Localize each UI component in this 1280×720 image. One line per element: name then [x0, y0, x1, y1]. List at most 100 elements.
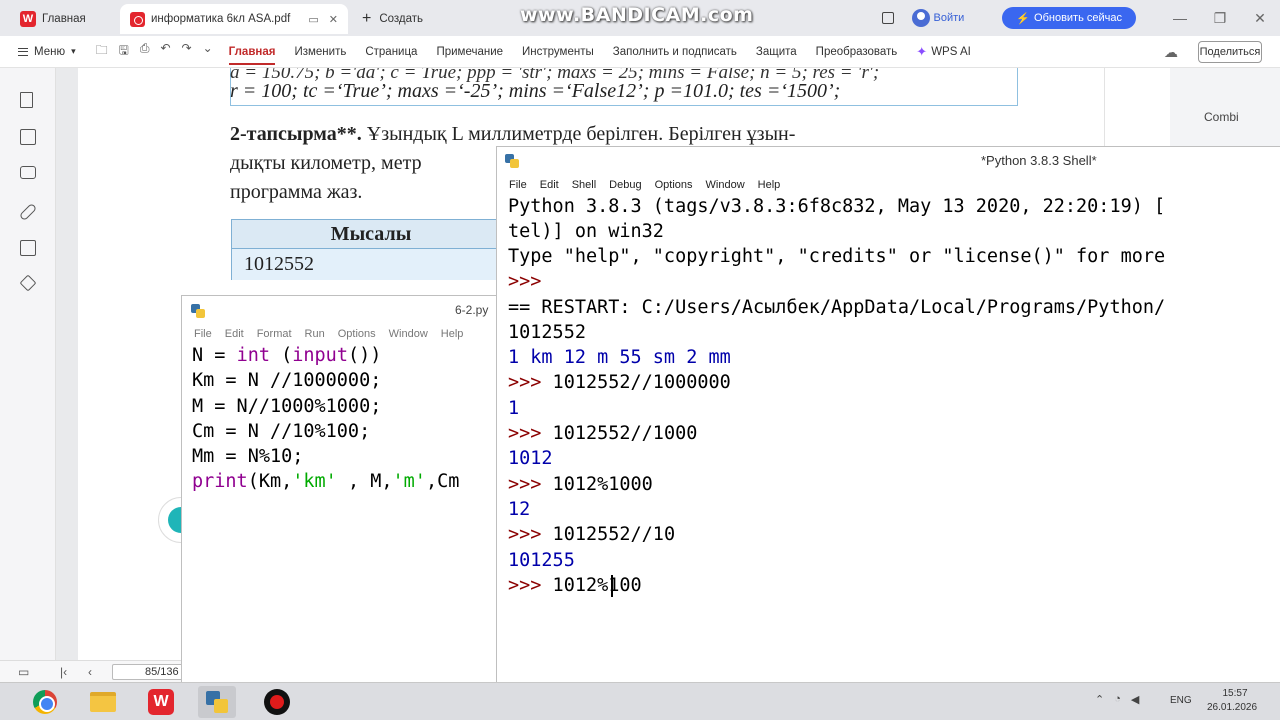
shell-output: 101255: [508, 550, 575, 571]
bandicam-watermark: www.BANDICAM.com: [520, 4, 754, 26]
tab-new-label: Создать: [379, 13, 424, 25]
signature-icon[interactable]: [20, 240, 36, 256]
volume-icon[interactable]: ◀: [1131, 693, 1139, 706]
ribbon-tab-fill-sign[interactable]: Заполнить и подписать: [613, 46, 737, 58]
login-button[interactable]: Войти: [934, 12, 965, 24]
chevron-up-icon[interactable]: ⌃: [1095, 693, 1104, 706]
shell-menu-window[interactable]: Window: [706, 179, 745, 191]
window-mode-icon[interactable]: [881, 12, 894, 24]
text-cursor: [611, 575, 613, 597]
shell-banner-2: tel)] on win32: [508, 221, 664, 242]
shell-menu-edit[interactable]: Edit: [540, 179, 559, 191]
clock-date[interactable]: 26.01.2026: [1207, 702, 1257, 713]
example-value: 1012552: [232, 249, 510, 280]
page-number-input[interactable]: 85/136: [112, 664, 184, 680]
shell-prompt: >>>: [508, 423, 542, 444]
avatar[interactable]: [911, 9, 930, 27]
wps-tab-bar: W Главная информатика 6кл ASA.pdf ▭ ✕ + …: [0, 0, 1280, 36]
windows-taskbar: W ⌃ ◔ ◀ ENG 15:57 26.01.2026: [0, 682, 1280, 720]
shell-restart-line: == RESTART: C:/Users/Асылбек/AppData/Loc…: [508, 297, 1166, 318]
maximize-icon[interactable]: ❐: [1200, 10, 1240, 27]
ribbon-tab-page[interactable]: Страница: [365, 46, 417, 58]
file-explorer-icon[interactable]: [84, 686, 122, 718]
shell-menu-help[interactable]: Help: [758, 179, 781, 191]
redo-icon[interactable]: ↷: [182, 41, 192, 62]
tab-document[interactable]: информатика 6кл ASA.pdf ▭ ✕: [120, 4, 348, 34]
editor-menu-run[interactable]: Run: [305, 328, 325, 340]
tab-new[interactable]: + Создать: [352, 4, 452, 34]
editor-menu-file[interactable]: File: [194, 328, 212, 340]
shell-menu-shell[interactable]: Shell: [572, 179, 596, 191]
print-icon[interactable]: ⎙: [140, 41, 150, 62]
python-icon[interactable]: [198, 686, 236, 718]
editor-menu-help[interactable]: Help: [441, 328, 464, 340]
save-icon[interactable]: 🖫: [119, 41, 129, 62]
tab-home[interactable]: W Главная: [10, 4, 114, 34]
first-page-icon[interactable]: |‹: [60, 665, 67, 679]
chrome-icon[interactable]: [26, 686, 64, 718]
idle-editor-window[interactable]: 6-2.py File Edit Format Run Options Wind…: [181, 295, 501, 685]
share-button[interactable]: Поделиться: [1198, 41, 1262, 63]
undo-icon[interactable]: ↶: [160, 41, 170, 62]
lightning-icon: ⚡: [1016, 12, 1031, 25]
shell-banner-1: Python 3.8.3 (tags/v3.8.3:6f8c832, May 1…: [508, 196, 1166, 217]
ribbon-tab-tools[interactable]: Инструменты: [522, 46, 594, 58]
shell-run-output: 1 km 12 m 55 sm 2 mm: [508, 347, 731, 368]
editor-title: 6-2.py: [455, 303, 489, 317]
editor-menu-edit[interactable]: Edit: [225, 328, 244, 340]
attachment-icon[interactable]: [18, 202, 38, 222]
ribbon-tab-edit[interactable]: Изменить: [294, 46, 346, 58]
combi-label[interactable]: Combi: [1204, 110, 1239, 124]
shell-output: 1012: [508, 448, 553, 469]
shell-menu-debug[interactable]: Debug: [609, 179, 641, 191]
tab-home-label: Главная: [42, 13, 86, 25]
left-sidebar: [0, 68, 56, 682]
comment-icon[interactable]: [20, 166, 36, 179]
minimize-icon[interactable]: —: [1160, 10, 1200, 26]
editor-code-area[interactable]: N = int (input()) Km = N //1000000; M = N/…: [192, 343, 459, 495]
shell-menu-options[interactable]: Options: [655, 179, 693, 191]
code-line: Cm = N //10%100;: [192, 420, 371, 442]
code-line: Km = N //1000000;: [192, 370, 382, 392]
wps-ai-button[interactable]: ✦ WPS AI: [916, 44, 971, 60]
ribbon-tab-convert[interactable]: Преобразовать: [816, 46, 898, 58]
clock-time[interactable]: 15:57: [1218, 688, 1252, 699]
wps-logo-icon: W: [20, 11, 36, 27]
shell-current-command: 1012%100: [541, 575, 642, 596]
close-icon[interactable]: ✕: [1240, 10, 1280, 27]
close-tab-icon[interactable]: ✕: [329, 13, 338, 26]
wps-office-icon[interactable]: W: [142, 686, 180, 718]
language-indicator[interactable]: ENG: [1170, 695, 1192, 706]
open-folder-icon[interactable]: 🗀: [96, 41, 108, 62]
editor-menu-format[interactable]: Format: [257, 328, 292, 340]
sparkle-icon: ✦: [916, 43, 928, 59]
chevron-down-icon[interactable]: ⌄: [203, 41, 213, 62]
bandicam-record-icon[interactable]: [258, 686, 296, 718]
ribbon-tab-home[interactable]: Главная: [228, 46, 275, 65]
shell-output: 12: [508, 499, 531, 520]
prev-page-icon[interactable]: ‹: [88, 665, 92, 679]
wps-ai-label: WPS AI: [931, 45, 971, 58]
ribbon-tab-protect[interactable]: Защита: [756, 46, 797, 58]
shell-title-bar[interactable]: *Python 3.8.3 Shell*: [497, 147, 1280, 175]
previous-line: r = 100; tc =‘True’; maxs =‘-25’; mins =…: [230, 80, 841, 102]
editor-menu-options[interactable]: Options: [338, 328, 376, 340]
bookmark-icon[interactable]: [20, 92, 33, 108]
wifi-icon[interactable]: ◔: [1114, 693, 1121, 706]
menu-label: Меню: [34, 45, 66, 58]
panel-toggle-icon[interactable]: ▭: [18, 665, 29, 679]
ribbon-tab-comment[interactable]: Примечание: [436, 46, 503, 58]
editor-title-bar[interactable]: 6-2.py: [182, 296, 500, 324]
cloud-sync-icon[interactable]: ☁: [1164, 44, 1178, 61]
upgrade-button[interactable]: ⚡ Обновить сейчас: [1002, 7, 1136, 29]
shell-banner-3: Type "help", "copyright", "credits" or "…: [508, 246, 1166, 267]
tab-window-icon[interactable]: ▭: [308, 13, 318, 26]
python-icon: [505, 154, 519, 168]
editor-menu-window[interactable]: Window: [389, 328, 428, 340]
code-line: print(Km,'km' , M,'m',Cm: [192, 471, 460, 493]
thumbnail-icon[interactable]: [20, 129, 36, 145]
layers-icon[interactable]: [19, 274, 37, 292]
shell-prompt: >>>: [508, 372, 542, 393]
shell-menu-file[interactable]: File: [509, 179, 527, 191]
menu-button[interactable]: Меню ▾: [18, 46, 76, 58]
